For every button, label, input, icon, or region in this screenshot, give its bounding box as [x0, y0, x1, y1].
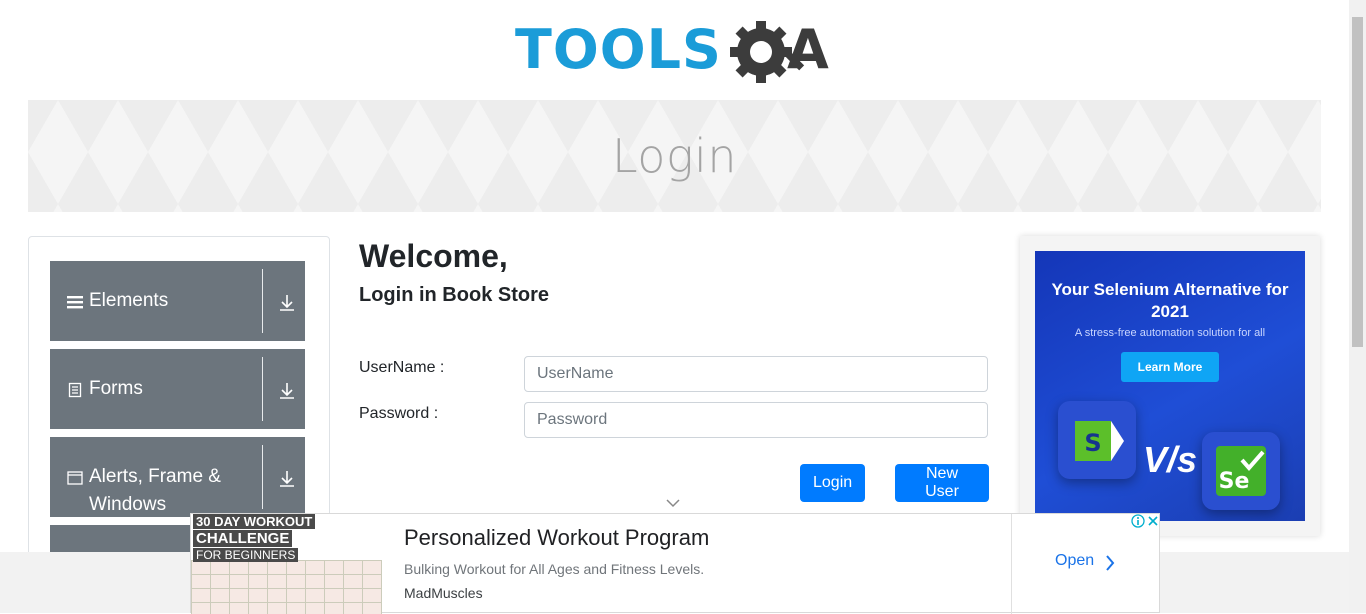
- katalon-letter: S: [1084, 429, 1101, 457]
- ad-headline[interactable]: Personalized Workout Program: [404, 525, 709, 551]
- sidebar-group-elements[interactable]: Elements: [50, 261, 305, 341]
- sidebar-group-forms[interactable]: Forms: [50, 349, 305, 429]
- bottom-ad[interactable]: 30 DAY WORKOUT CHALLENGE FOR BEGINNERS P…: [190, 513, 1160, 614]
- login-button[interactable]: Login: [800, 464, 865, 502]
- scrollbar-thumb[interactable]: [1352, 17, 1363, 347]
- divider: [262, 357, 263, 421]
- chevron-right-icon[interactable]: [1105, 554, 1115, 572]
- versus-text: V/s: [1143, 439, 1198, 480]
- learn-more-button[interactable]: Learn More: [1121, 352, 1219, 382]
- workout-chart-image: [191, 560, 382, 614]
- divider: [262, 445, 263, 509]
- side-ad-container: Your Selenium Alternative for 2021 A str…: [1020, 236, 1320, 536]
- ad-thumb-line: FOR BEGINNERS: [193, 548, 299, 562]
- download-icon[interactable]: [278, 470, 296, 488]
- ad-thumbnail[interactable]: 30 DAY WORKOUT CHALLENGE FOR BEGINNERS: [191, 514, 382, 614]
- divider: [262, 269, 263, 333]
- sidebar-group-label: Forms: [89, 378, 143, 399]
- chevron-down-icon[interactable]: [666, 498, 680, 508]
- document-icon: [68, 382, 82, 398]
- logo-text-tools: TOOLS: [515, 18, 722, 81]
- page-title: Login: [611, 129, 737, 183]
- close-icon[interactable]: [1146, 514, 1160, 528]
- adchoices-icon[interactable]: [1131, 514, 1145, 528]
- side-ad[interactable]: Your Selenium Alternative for 2021 A str…: [1035, 251, 1305, 521]
- welcome-heading: Welcome,: [359, 238, 508, 274]
- katalon-logo-tile: S: [1058, 401, 1136, 479]
- username-input[interactable]: [524, 356, 988, 392]
- new-user-button[interactable]: New User: [895, 464, 989, 502]
- katalon-icon: S: [1075, 421, 1124, 461]
- hamburger-icon: [67, 296, 83, 309]
- selenium-logo-tile: Se: [1202, 432, 1280, 510]
- login-subheading: Login in Book Store: [359, 284, 549, 306]
- selenium-letters: Se: [1219, 469, 1250, 494]
- selenium-icon: Se: [1216, 446, 1266, 496]
- window-icon: [67, 471, 83, 485]
- ad-description: Bulking Workout for All Ages and Fitness…: [404, 561, 705, 577]
- page-scrollbar[interactable]: [1349, 0, 1366, 613]
- side-ad-title: Your Selenium Alternative for 2021: [1051, 280, 1289, 321]
- sidebar-group-alerts-frame-windows[interactable]: Alerts, Frame & Windows: [50, 437, 305, 517]
- download-icon[interactable]: [278, 382, 296, 400]
- password-label: Password :: [359, 405, 439, 422]
- page-banner: Login: [28, 100, 1321, 212]
- username-label: UserName :: [359, 359, 445, 376]
- ad-thumb-line: CHALLENGE: [193, 530, 293, 547]
- ad-brand: MadMuscles: [404, 585, 483, 601]
- logo-text-qa: A: [787, 18, 829, 81]
- password-input[interactable]: [524, 402, 988, 438]
- sidebar-group-label: Elements: [89, 290, 169, 311]
- toolsqa-logo[interactable]: TOOLS A: [515, 16, 840, 91]
- divider: [1011, 514, 1012, 614]
- ad-thumb-line: 30 DAY WORKOUT: [193, 514, 316, 529]
- sidebar-group-label: Alerts, Frame & Windows: [89, 466, 221, 515]
- side-ad-subtitle: A stress-free automation solution for al…: [1074, 327, 1266, 339]
- ad-open-button[interactable]: Open: [1055, 552, 1094, 570]
- download-icon[interactable]: [278, 294, 296, 312]
